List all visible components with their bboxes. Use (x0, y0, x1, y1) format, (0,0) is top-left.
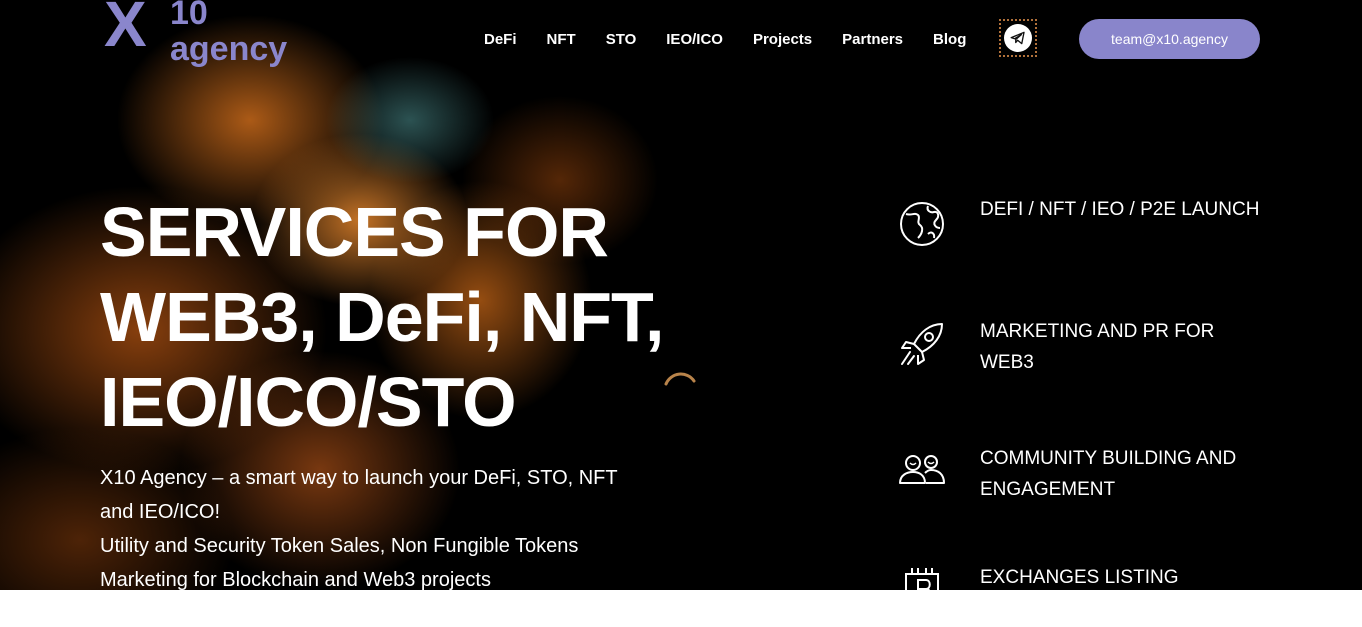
service-item-community[interactable]: COMMUNITY BUILDING AND ENGAGEMENT (898, 447, 1298, 517)
logo-agency: agency (170, 30, 288, 68)
page-bottom-area (0, 590, 1362, 627)
community-icon (899, 455, 945, 484)
bitcoin-chip-icon (905, 568, 939, 590)
hero-description: X10 Agency – a smart way to launch your … (100, 461, 700, 590)
description-line: Marketing for Blockchain and Web3 projec… (100, 569, 491, 590)
service-label: COMMUNITY BUILDING AND ENGAGEMENT (980, 448, 1237, 500)
nav-item-projects[interactable]: Projects (753, 30, 812, 50)
service-item-marketing[interactable]: MARKETING AND PR FOR WEB3 (898, 320, 1298, 390)
contact-email-button[interactable]: team@x10.agency (1079, 19, 1260, 59)
headline-line: SERVICES FOR (100, 193, 609, 271)
logo-x: X (104, 0, 147, 60)
description-line: and IEO/ICO! (100, 501, 221, 523)
nav-item-nft[interactable]: NFT (547, 30, 576, 50)
description-line: Utility and Security Token Sales, Non Fu… (100, 535, 579, 557)
service-label: MARKETING AND PR FOR WEB3 (980, 321, 1215, 373)
service-item-launch[interactable]: DEFI / NFT / IEO / P2E LAUNCH (898, 198, 1298, 268)
description-line: X10 Agency – a smart way to launch your … (100, 467, 618, 489)
nav-item-blog[interactable]: Blog (933, 30, 966, 50)
nav-item-sto[interactable]: STO (606, 30, 637, 50)
logo-10: 10 (170, 0, 208, 32)
globe-icon (900, 202, 944, 246)
service-item-listing[interactable]: EXCHANGES LISTING (898, 566, 1298, 590)
headline-line: IEO/ICO/STO (100, 363, 517, 441)
loading-spinner-icon (664, 372, 696, 386)
page-title: SERVICES FOR WEB3, DeFi, NFT, IEO/ICO/ST… (100, 190, 740, 445)
nav-item-defi[interactable]: DeFi (484, 30, 517, 50)
rocket-icon (901, 323, 943, 365)
nav-item-ieo-ico[interactable]: IEO/ICO (666, 30, 723, 50)
main-nav: DeFi NFT STO IEO/ICO Projects Partners B… (484, 30, 966, 50)
hero-section: X 10 agency DeFi NFT STO IEO/ICO Project… (0, 0, 1362, 590)
service-label: DEFI / NFT / IEO / P2E LAUNCH (980, 199, 1260, 220)
x10-agency-logo[interactable]: X 10 agency (104, 0, 304, 82)
telegram-button[interactable] (999, 19, 1037, 57)
headline-line: WEB3, DeFi, NFT, (100, 278, 664, 356)
service-label: EXCHANGES LISTING (980, 567, 1179, 588)
nav-item-partners[interactable]: Partners (842, 30, 903, 50)
telegram-icon (1004, 24, 1032, 52)
